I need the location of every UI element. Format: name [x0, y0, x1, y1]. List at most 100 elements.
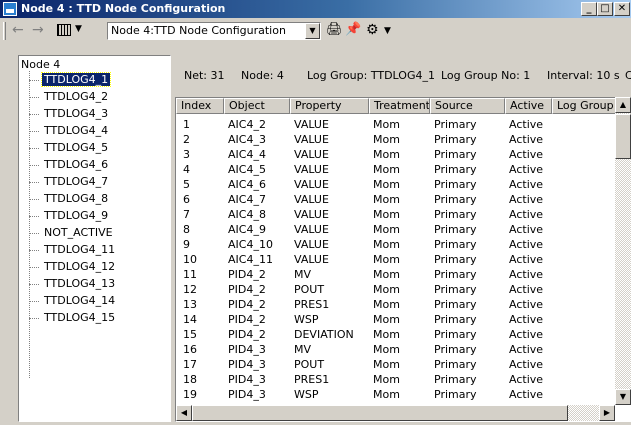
tree-item[interactable]: TTDLOG4_8 [29, 191, 159, 208]
print-icon[interactable]: 🖨 [326, 22, 343, 40]
table-cell: AIC4_6 [228, 178, 266, 191]
table-cell: Active [509, 238, 544, 251]
table-cell: Active [509, 358, 544, 371]
table-row[interactable]: 4 AIC4_5 VALUE Mom Primary Active [176, 163, 616, 176]
table-cell: WSP [294, 313, 319, 326]
log-objects-table[interactable]: Index Object Property Treatment Source Active… [175, 97, 631, 422]
table-row[interactable]: 14 PID4_2 WSP Mom Primary Active [176, 313, 616, 326]
table-cell: 19 [183, 388, 197, 401]
tree-item[interactable]: TTDLOG4_13 [29, 276, 159, 293]
scroll-left-icon[interactable]: ◀ [176, 405, 192, 421]
table-cell: AIC4_10 [228, 238, 273, 251]
column-header[interactable]: Index [176, 98, 224, 114]
tree-item[interactable]: TTDLOG4_12 [29, 259, 159, 276]
table-cell: Active [509, 373, 544, 386]
tree-item[interactable]: TTDLOG4_14 [29, 293, 159, 310]
table-cell: Mom [373, 208, 400, 221]
title-bar[interactable]: Node 4 : TTD Node Configuration _ □ ✕ [0, 0, 631, 18]
forward-arrow-icon[interactable]: → [32, 22, 44, 40]
horizontal-scrollbar[interactable]: ◀ ▶ [176, 405, 615, 421]
tree-item[interactable]: NOT_ACTIVE [29, 225, 159, 242]
tree-item[interactable]: TTDLOG4_9 [29, 208, 159, 225]
tree-connector [29, 148, 39, 149]
table-row[interactable]: 9 AIC4_10 VALUE Mom Primary Active [176, 238, 616, 251]
table-row[interactable]: 17 PID4_3 POUT Mom Primary Active [176, 358, 616, 371]
scroll-up-icon[interactable]: ▲ [615, 97, 631, 113]
vertical-scrollbar[interactable]: ▼ [615, 98, 631, 405]
table-row[interactable]: 1 AIC4_2 VALUE Mom Primary Active [176, 118, 616, 131]
tree-item[interactable]: TTDLOG4_11 [29, 242, 159, 259]
gear-icon[interactable]: ⚙ [366, 22, 379, 40]
table-cell: 8 [183, 223, 190, 236]
table-row[interactable]: 13 PID4_2 PRES1 Mom Primary Active [176, 298, 616, 311]
tree-item-label: NOT_ACTIVE [44, 226, 113, 239]
tree-item[interactable]: TTDLOG4_2 [29, 89, 159, 106]
gear-dropdown-icon[interactable]: ▼ [384, 26, 391, 36]
tree-item-label: TTDLOG4_8 [44, 192, 109, 205]
table-row[interactable]: 2 AIC4_3 VALUE Mom Primary Active [176, 133, 616, 146]
column-header[interactable]: Log Group [552, 98, 616, 114]
tree-item[interactable]: TTDLOG4_6 [29, 157, 159, 174]
table-cell: AIC4_2 [228, 118, 266, 131]
tree-item[interactable]: TTDLOG4_7 [29, 174, 159, 191]
back-arrow-icon[interactable]: ← [12, 22, 24, 40]
tree-root[interactable]: Node 4 [21, 58, 60, 71]
table-cell: Mom [373, 268, 400, 281]
table-row[interactable]: 11 PID4_2 MV Mom Primary Active [176, 268, 616, 281]
chevron-down-icon[interactable]: ▼ [305, 23, 320, 39]
tree-connector [29, 131, 39, 132]
tree-connector [29, 284, 39, 285]
toolbar-grip[interactable] [3, 22, 6, 40]
node-tree[interactable]: Node 4 TTDLOG4_1 TTDLOG4_2 TTDLOG4_3 TTDLOG… [18, 55, 171, 422]
horizontal-scroll-thumb[interactable] [192, 405, 568, 421]
tree-item[interactable]: TTDLOG4_4 [29, 123, 159, 140]
view-columns-icon[interactable] [57, 24, 71, 36]
table-cell: Primary [434, 223, 477, 236]
table-cell: Mom [373, 298, 400, 311]
minimize-button[interactable]: _ [581, 2, 597, 16]
table-cell: 7 [183, 208, 190, 221]
table-cell: AIC4_4 [228, 148, 266, 161]
table-cell: 1 [183, 118, 190, 131]
tree-item[interactable]: TTDLOG4_1 [29, 72, 159, 89]
table-row[interactable]: 8 AIC4_9 VALUE Mom Primary Active [176, 223, 616, 236]
table-row[interactable]: 3 AIC4_4 VALUE Mom Primary Active [176, 148, 616, 161]
table-row[interactable]: 12 PID4_2 POUT Mom Primary Active [176, 283, 616, 296]
table-cell: PID4_3 [228, 388, 266, 401]
maximize-button[interactable]: □ [597, 2, 613, 16]
view-dropdown-icon[interactable]: ▼ [75, 24, 82, 34]
tree-item[interactable]: TTDLOG4_3 [29, 106, 159, 123]
table-cell: PRES1 [294, 298, 330, 311]
pin-icon[interactable]: 📌 [345, 22, 361, 40]
column-header[interactable]: Treatment [369, 98, 430, 114]
log-group-no-label: Log Group No: 1 [441, 69, 531, 82]
tree-item-label: TTDLOG4_5 [44, 141, 109, 154]
table-row[interactable]: 19 PID4_3 WSP Mom Primary Active [176, 388, 616, 401]
table-cell: Primary [434, 238, 477, 251]
table-cell: Primary [434, 313, 477, 326]
table-row[interactable]: 16 PID4_3 MV Mom Primary Active [176, 343, 616, 356]
table-cell: AIC4_3 [228, 133, 266, 146]
vertical-scroll-thumb[interactable] [615, 114, 631, 159]
tree-item[interactable]: TTDLOG4_15 [29, 310, 159, 327]
table-cell: Primary [434, 163, 477, 176]
scroll-down-icon[interactable]: ▼ [615, 389, 631, 405]
table-row[interactable]: 5 AIC4_6 VALUE Mom Primary Active [176, 178, 616, 191]
table-row[interactable]: 18 PID4_3 PRES1 Mom Primary Active [176, 373, 616, 386]
tree-item[interactable]: TTDLOG4_5 [29, 140, 159, 157]
table-cell: WSP [294, 388, 319, 401]
node-select-dropdown[interactable]: Node 4:TTD Node Configuration ▼ [107, 22, 321, 40]
table-cell: 18 [183, 373, 197, 386]
table-row[interactable]: 15 PID4_2 DEVIATION Mom Primary Active [176, 328, 616, 341]
table-row[interactable]: 7 AIC4_8 VALUE Mom Primary Active [176, 208, 616, 221]
scroll-right-icon[interactable]: ▶ [599, 405, 615, 421]
column-header[interactable]: Source [430, 98, 505, 114]
close-button[interactable]: ✕ [614, 2, 630, 16]
table-row[interactable]: 6 AIC4_7 VALUE Mom Primary Active [176, 193, 616, 206]
table-cell: PRES1 [294, 373, 330, 386]
column-header[interactable]: Property [290, 98, 369, 114]
column-header[interactable]: Object [224, 98, 290, 114]
tree-connector [29, 250, 39, 251]
column-header[interactable]: Active [505, 98, 552, 114]
table-row[interactable]: 10 AIC4_11 VALUE Mom Primary Active [176, 253, 616, 266]
